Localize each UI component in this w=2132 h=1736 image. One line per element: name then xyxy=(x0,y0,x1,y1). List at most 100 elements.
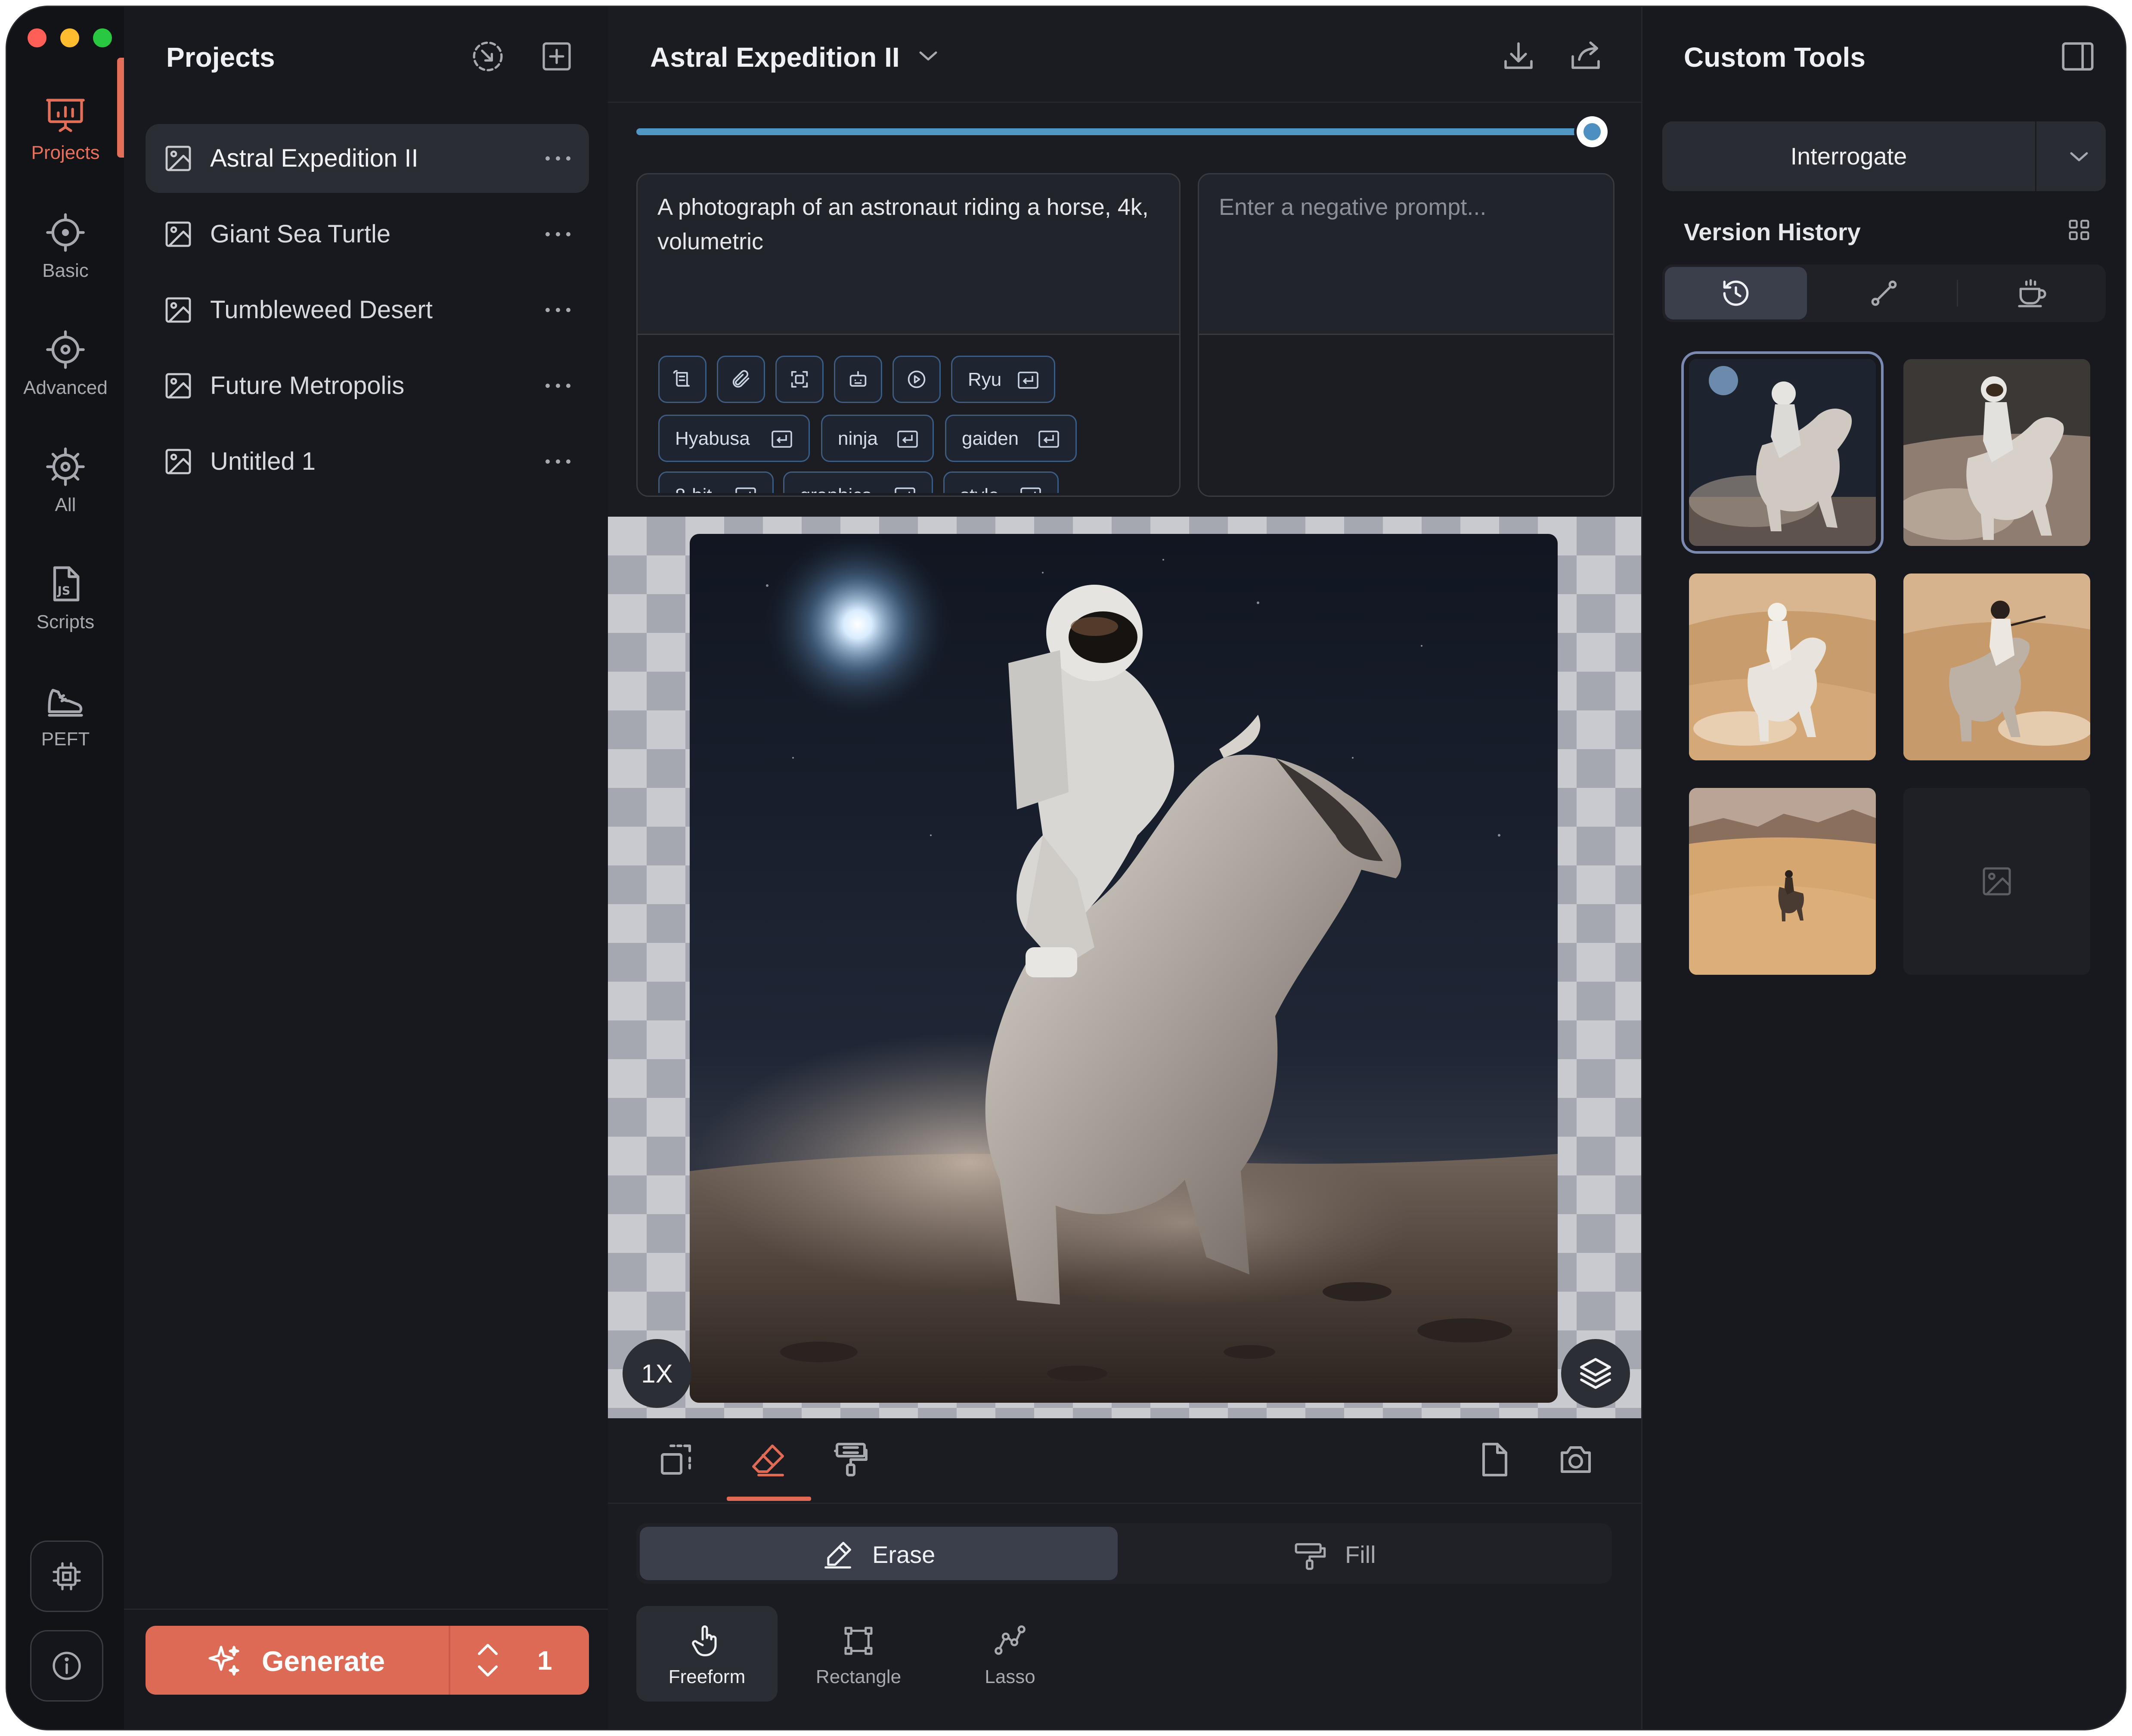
prompt-chip[interactable]: graphics xyxy=(783,471,933,493)
version-thumbnail[interactable] xyxy=(1689,359,1876,546)
interrogate-button[interactable]: Interrogate xyxy=(1662,142,2035,170)
nav-label: Scripts xyxy=(36,611,95,632)
tab-history[interactable] xyxy=(1665,267,1807,319)
close-window-button[interactable] xyxy=(28,28,46,47)
nav-item-scripts[interactable]: JS Scripts xyxy=(7,552,124,655)
prompt-chip[interactable]: style xyxy=(943,471,1059,493)
chip-label: Hyabusa xyxy=(675,428,750,449)
more-icon[interactable] xyxy=(544,375,572,397)
import-project-button[interactable] xyxy=(468,37,507,76)
chip-play-button[interactable] xyxy=(892,356,941,403)
project-name: Tumbleweed Desert xyxy=(210,296,433,324)
project-item[interactable]: Giant Sea Turtle xyxy=(146,200,589,269)
lasso-button[interactable]: Lasso xyxy=(939,1606,1081,1702)
empty-thumbnail-slot[interactable] xyxy=(1903,788,2090,975)
more-icon[interactable] xyxy=(544,450,572,473)
version-history-title: Version History xyxy=(1684,218,1861,245)
generate-label: Generate xyxy=(262,1645,385,1677)
prompt-chip[interactable]: ninja xyxy=(821,415,934,462)
version-thumbnail[interactable] xyxy=(1689,574,1876,760)
grid-view-icon[interactable] xyxy=(2065,216,2093,244)
negative-lower-area xyxy=(1199,335,1613,496)
version-thumbnail[interactable] xyxy=(1903,574,2090,760)
project-item[interactable]: Untitled 1 xyxy=(146,427,589,496)
paperclip-icon xyxy=(732,370,750,388)
document-icon[interactable] xyxy=(1473,1439,1515,1480)
canvas-area[interactable]: 1X xyxy=(608,517,1641,1418)
chip-label: gaiden xyxy=(962,428,1019,449)
rectangle-select-icon xyxy=(844,1627,873,1655)
slider-knob[interactable] xyxy=(1577,116,1608,147)
nav-item-advanced[interactable]: Advanced xyxy=(7,318,124,421)
download-icon[interactable] xyxy=(1499,37,1538,76)
nav-item-all[interactable]: All xyxy=(7,435,124,538)
version-history-tabs xyxy=(1662,264,2106,322)
nav-item-basic[interactable]: Basic xyxy=(7,201,124,304)
info-button[interactable] xyxy=(30,1630,103,1702)
negative-prompt-input[interactable]: Enter a negative prompt... xyxy=(1219,190,1593,224)
info-icon xyxy=(53,1652,81,1680)
chevron-down-icon[interactable] xyxy=(2067,146,2091,167)
generate-count[interactable]: 1 xyxy=(537,1646,552,1676)
custom-tools-panel: Custom Tools Interrogate Version History xyxy=(1641,7,2125,1729)
erase-mode-button[interactable]: Erase xyxy=(640,1527,1118,1580)
new-project-button[interactable] xyxy=(537,37,576,76)
version-thumbnail[interactable] xyxy=(1903,359,2090,546)
layers-button[interactable] xyxy=(1561,1339,1630,1408)
project-name: Astral Expedition II xyxy=(210,144,418,172)
chip-tool-button[interactable] xyxy=(658,356,707,403)
nav-label: Projects xyxy=(31,142,100,163)
enter-key-icon xyxy=(897,431,918,448)
sidebar-toggle-icon[interactable] xyxy=(2058,37,2097,76)
prompt-chip[interactable]: Hyabusa xyxy=(658,415,810,462)
gear-icon xyxy=(44,445,87,488)
camera-icon[interactable] xyxy=(1555,1439,1596,1480)
project-item[interactable]: Future Metropolis xyxy=(146,351,589,420)
selection-icon[interactable] xyxy=(655,1439,697,1480)
erase-label: Erase xyxy=(872,1541,936,1568)
prompt-chip[interactable]: 8-bit xyxy=(658,471,774,493)
nav-item-peft[interactable]: PEFT xyxy=(7,669,124,772)
zoom-window-button[interactable] xyxy=(93,28,112,47)
add-square-icon xyxy=(542,42,571,71)
prompt-chip[interactable]: gaiden xyxy=(945,415,1077,462)
minimize-window-button[interactable] xyxy=(60,28,79,47)
tab-coffee[interactable] xyxy=(1961,267,2103,319)
sparkles-icon xyxy=(208,1646,239,1676)
prompt-chip[interactable]: Ryu xyxy=(951,356,1055,403)
image-icon xyxy=(165,221,191,247)
more-icon[interactable] xyxy=(544,299,572,321)
chevron-down-icon[interactable] xyxy=(916,47,940,65)
project-item[interactable]: Astral Expedition II xyxy=(146,124,589,193)
share-icon[interactable] xyxy=(1566,37,1605,76)
generate-button[interactable]: Generate xyxy=(146,1626,449,1695)
freeform-button[interactable]: Freeform xyxy=(636,1606,778,1702)
strength-slider[interactable] xyxy=(636,128,1592,135)
chip-robot-button[interactable] xyxy=(834,356,882,403)
lasso-icon xyxy=(995,1625,1026,1655)
generated-image[interactable] xyxy=(690,534,1558,1403)
project-item[interactable]: Tumbleweed Desert xyxy=(146,276,589,344)
paint-roller-icon[interactable] xyxy=(830,1439,871,1480)
rectangle-button[interactable]: Rectangle xyxy=(788,1606,929,1702)
more-icon[interactable] xyxy=(544,223,572,245)
nav-item-projects[interactable]: Projects xyxy=(7,83,124,186)
image-icon xyxy=(165,373,191,399)
tab-path[interactable] xyxy=(1813,267,1955,319)
prompt-input[interactable]: A photograph of an astronaut riding a ho… xyxy=(657,190,1159,259)
project-title[interactable]: Astral Expedition II xyxy=(650,41,900,73)
version-thumbnail[interactable] xyxy=(1689,788,1876,975)
chevron-updown-icon[interactable] xyxy=(473,1639,503,1682)
more-icon[interactable] xyxy=(544,147,572,170)
fill-mode-button[interactable]: Fill xyxy=(1121,1527,1608,1580)
zoom-level-button[interactable]: 1X xyxy=(623,1339,691,1408)
eraser-icon[interactable] xyxy=(748,1439,790,1480)
chip-label: 8-bit xyxy=(675,485,712,493)
hardware-button[interactable] xyxy=(30,1541,103,1612)
chip-focus-button[interactable] xyxy=(775,356,824,403)
enter-key-icon xyxy=(1038,431,1059,448)
chip-label: style xyxy=(960,485,999,493)
import-icon xyxy=(473,41,503,71)
chip-attach-button[interactable] xyxy=(717,356,765,403)
sneaker-icon xyxy=(44,679,87,722)
